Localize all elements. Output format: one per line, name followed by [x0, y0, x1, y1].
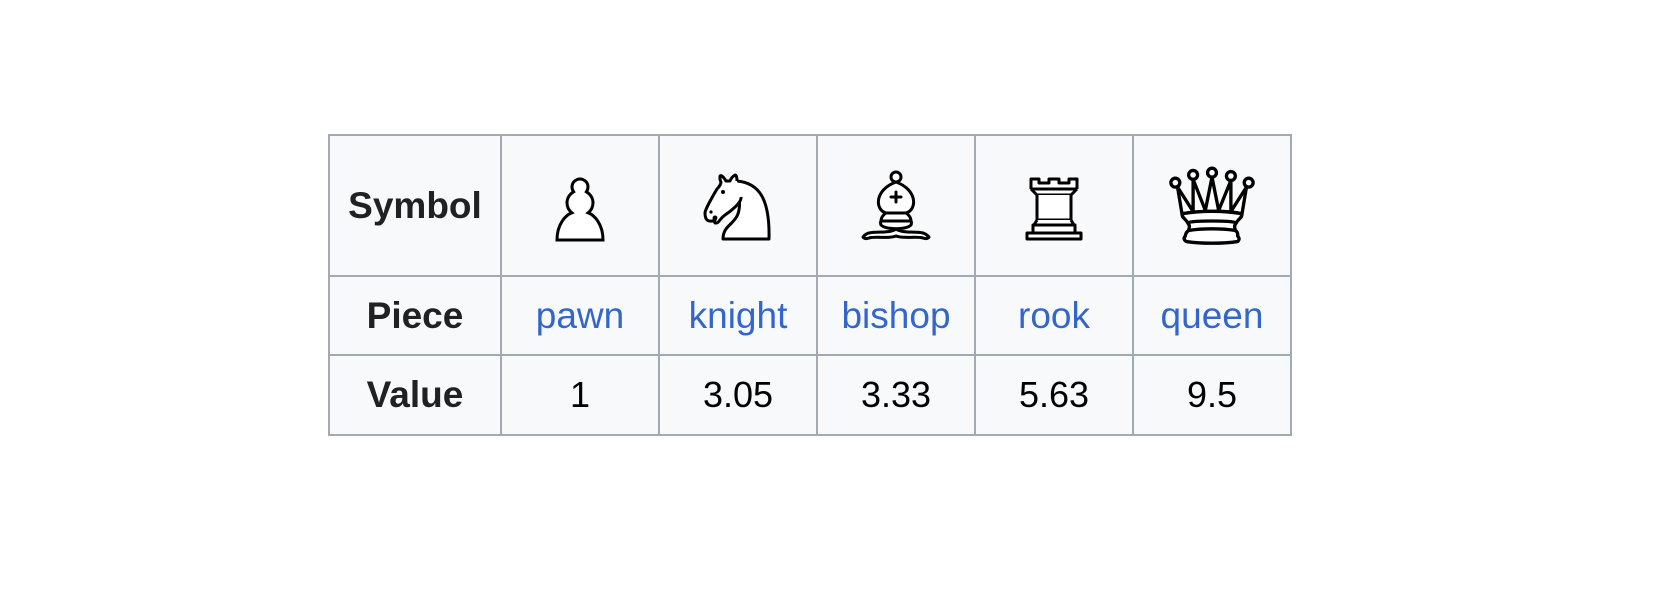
value-cell-rook: 5.63 [974, 354, 1134, 436]
piece-cell: rook [974, 275, 1134, 356]
piece-link-pawn[interactable]: pawn [536, 295, 624, 336]
piece-cell: queen [1132, 275, 1292, 356]
symbol-row: Symbol [328, 134, 1292, 277]
piece-link-knight[interactable]: knight [689, 295, 788, 336]
white-rook-icon [1025, 177, 1083, 240]
piece-link-queen[interactable]: queen [1161, 295, 1264, 336]
symbol-cell [1132, 134, 1292, 277]
piece-link-bishop[interactable]: bishop [841, 295, 950, 336]
piece-link-rook[interactable]: rook [1018, 295, 1090, 336]
piece-cell: pawn [500, 275, 660, 356]
piece-cell: bishop [816, 275, 976, 356]
symbol-cell [658, 134, 818, 277]
value-cell-queen: 9.5 [1132, 354, 1292, 436]
white-knight-icon [703, 173, 771, 240]
white-queen-icon [1169, 166, 1255, 245]
symbol-cell [974, 134, 1134, 277]
value-cell-bishop: 3.33 [816, 354, 976, 436]
value-row: Value 1 3.05 3.33 5.63 9.5 [328, 354, 1292, 436]
value-cell-pawn: 1 [500, 354, 660, 436]
white-bishop-icon [861, 170, 931, 240]
piece-row: Piece pawn knight bishop rook queen [328, 275, 1292, 356]
piece-value-table: Symbol Piece pawn knight bishop rook que… [328, 134, 1292, 436]
value-cell-knight: 3.05 [658, 354, 818, 436]
symbol-cell [500, 134, 660, 277]
symbol-cell [816, 134, 976, 277]
row-header-symbol: Symbol [328, 134, 502, 277]
white-pawn-icon [555, 176, 605, 241]
row-header-value: Value [328, 354, 502, 436]
row-header-piece: Piece [328, 275, 502, 356]
piece-cell: knight [658, 275, 818, 356]
